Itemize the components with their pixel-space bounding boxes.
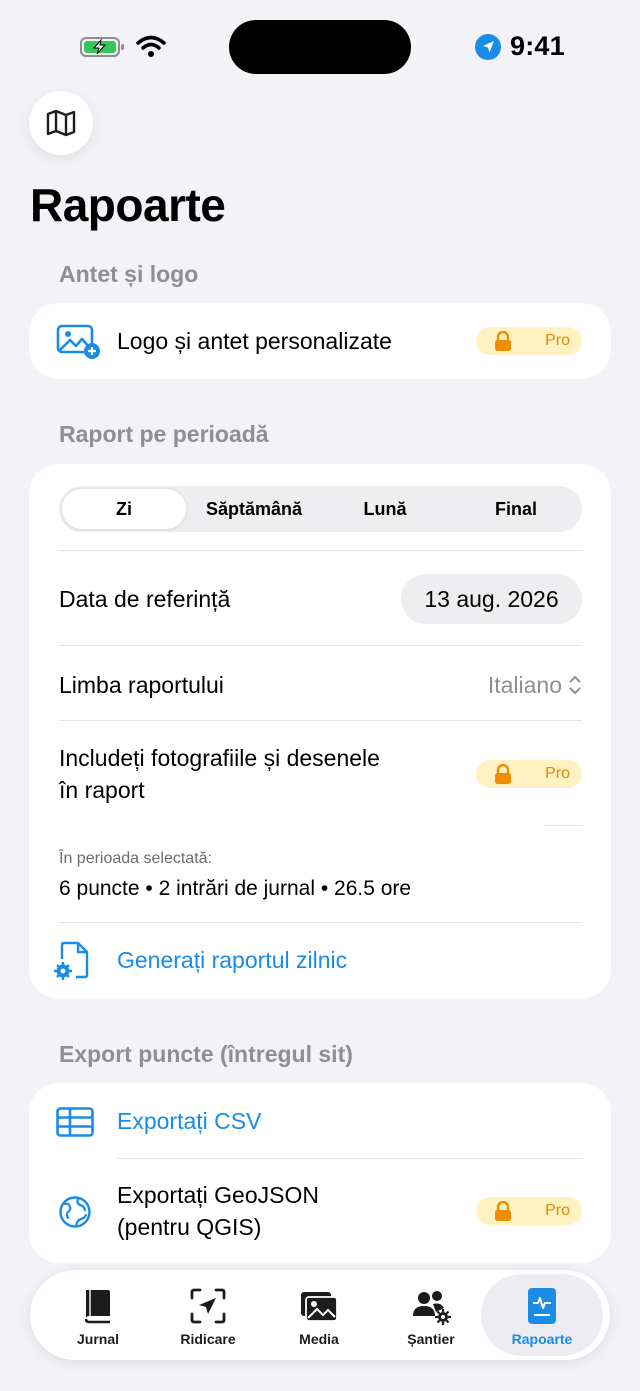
reference-date-picker[interactable]: 13 aug. 2026 — [401, 574, 582, 624]
report-language-value: Italiano — [487, 671, 562, 698]
tab-media-label: Media — [299, 1331, 339, 1347]
section-header-period: Raport pe perioadă — [59, 421, 269, 447]
segment-zi[interactable]: Zi — [62, 489, 186, 529]
tab-rapoarte[interactable]: Rapoarte — [481, 1274, 603, 1356]
include-photos-label-line1: Includeți fotografiile și desenele — [59, 745, 380, 771]
image-add-icon — [56, 324, 100, 359]
logo-row-label: Logo și antet personalizate — [117, 328, 392, 354]
tab-ridicare-label: Ridicare — [180, 1331, 236, 1347]
tab-jurnal[interactable]: Jurnal — [43, 1274, 153, 1356]
chevron-up-down-icon — [569, 675, 581, 695]
segment-saptamana[interactable]: Săptămână — [192, 489, 316, 529]
divider — [59, 645, 582, 646]
tab-jurnal-label: Jurnal — [76, 1331, 119, 1347]
tab-rapoarte-label: Rapoarte — [511, 1331, 573, 1347]
pro-badge: Pro — [476, 760, 582, 788]
summary-caption: În perioada selectată: — [59, 850, 212, 867]
pro-badge: Pro — [476, 1197, 582, 1225]
divider — [59, 550, 582, 551]
page-title: Rapoarte — [30, 179, 226, 231]
pro-badge-label: Pro — [545, 765, 570, 782]
tab-bar: Jurnal Ridicare Media Șantier Rapoarte — [30, 1270, 610, 1360]
section-header-logo: Antet și logo — [59, 261, 199, 287]
export-geojson-label-line2: (pentru QGIS) — [117, 1214, 262, 1240]
reference-date-label: Data de referință — [59, 586, 231, 612]
tab-ridicare[interactable]: Ridicare — [153, 1274, 263, 1356]
map-icon — [46, 109, 76, 137]
battery-charging-icon — [80, 37, 124, 57]
export-geojson-label-line1: Exportați GeoJSON — [117, 1182, 319, 1208]
photos-icon — [301, 1292, 338, 1322]
wifi-icon — [136, 35, 166, 57]
tab-media[interactable]: Media — [264, 1274, 374, 1356]
include-photos-label-line2: în raport — [59, 777, 145, 803]
export-geojson-row[interactable]: Exportați GeoJSON (pentru QGIS) Pro — [29, 1159, 611, 1263]
period-card: Zi Săptămână Lună Final Data de referinț… — [29, 464, 611, 999]
dynamic-island — [229, 20, 411, 74]
team-settings-icon — [413, 1291, 451, 1325]
logo-row[interactable]: Logo și antet personalizate Pro — [29, 303, 611, 379]
report-language-picker[interactable]: Italiano — [488, 669, 582, 701]
pro-badge-label: Pro — [545, 1202, 570, 1219]
table-icon — [56, 1107, 94, 1137]
location-arrow-icon — [475, 34, 501, 60]
document-gear-icon — [54, 941, 89, 980]
book-icon — [84, 1290, 110, 1324]
generate-report-button[interactable]: Generați raportul zilnic — [29, 923, 611, 995]
report-language-label: Limba raportului — [59, 672, 224, 698]
summary-stats: 6 puncte • 2 intrări de jurnal • 26.5 or… — [59, 877, 412, 900]
export-csv-label: Exportați CSV — [117, 1108, 262, 1134]
export-csv-button[interactable]: Exportați CSV — [29, 1083, 611, 1158]
divider-short — [544, 825, 582, 826]
pro-badge-label: Pro — [545, 332, 570, 349]
report-document-icon — [528, 1288, 556, 1324]
pro-badge: Pro — [476, 327, 582, 355]
lock-icon — [495, 764, 511, 784]
export-card: Exportați CSV Exportați GeoJSON (pentru … — [29, 1083, 611, 1263]
segment-luna[interactable]: Lună — [323, 489, 447, 529]
lock-icon — [495, 331, 511, 351]
map-button[interactable] — [29, 91, 93, 155]
section-header-export: Export puncte (întregul sit) — [59, 1041, 353, 1067]
status-bar: 9:41 — [0, 0, 640, 95]
location-scan-icon — [190, 1288, 226, 1324]
globe-icon — [59, 1196, 91, 1228]
status-time: 9:41 — [510, 31, 565, 61]
generate-report-label: Generați raportul zilnic — [117, 947, 348, 973]
logo-card: Logo și antet personalizate Pro — [29, 303, 611, 379]
tab-santier-label: Șantier — [407, 1331, 455, 1347]
period-segmented-control: Zi Săptămână Lună Final — [59, 486, 582, 532]
segment-final[interactable]: Final — [454, 489, 578, 529]
lock-icon — [495, 1201, 511, 1221]
include-photos-row[interactable]: Includeți fotografiile și desenele în ra… — [29, 721, 611, 825]
tab-santier[interactable]: Șantier — [376, 1274, 486, 1356]
